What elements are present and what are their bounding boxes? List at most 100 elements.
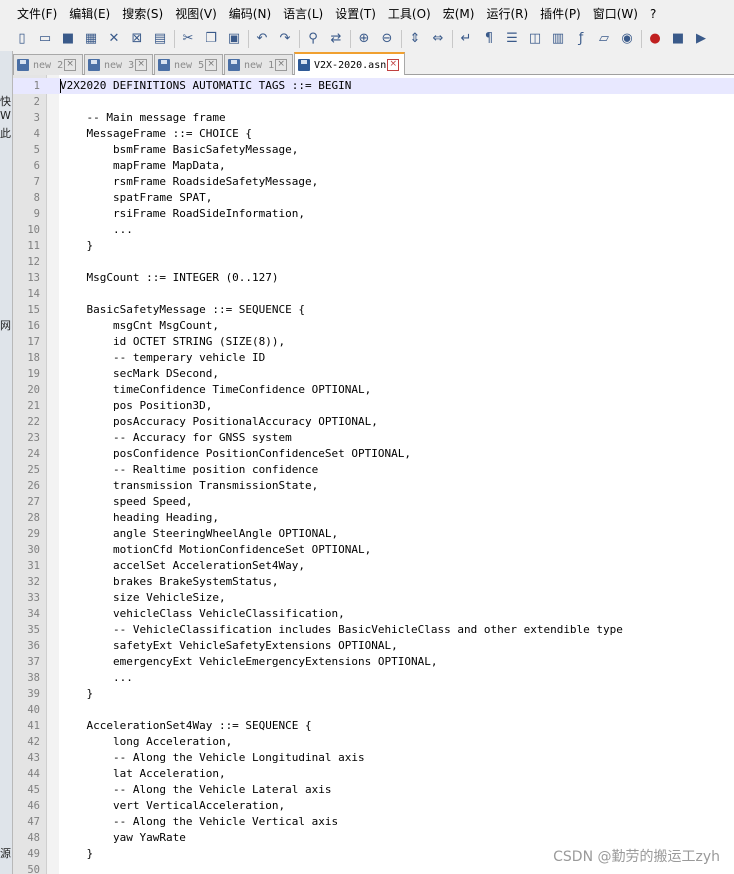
code-line[interactable]: 31 accelSet AccelerationSet4Way, xyxy=(13,558,734,574)
close-tab-icon[interactable]: × xyxy=(387,59,400,71)
code-line[interactable]: 26 transmission TransmissionState, xyxy=(13,478,734,494)
code-line[interactable]: 44 lat Acceleration, xyxy=(13,766,734,782)
show-all-chars-icon[interactable]: ¶ xyxy=(480,30,498,48)
redo-icon[interactable]: ↷ xyxy=(276,30,294,48)
code-line[interactable]: 18 -- temperary vehicle ID xyxy=(13,350,734,366)
code-line[interactable]: 10 ... xyxy=(13,222,734,238)
code-line[interactable]: 32 brakes BrakeSystemStatus, xyxy=(13,574,734,590)
code-line[interactable]: 37 emergencyExt VehicleEmergencyExtensio… xyxy=(13,654,734,670)
close-tab-icon[interactable]: × xyxy=(275,59,288,71)
zoom-in-icon[interactable]: ⊕ xyxy=(355,30,373,48)
code-line[interactable]: 25 -- Realtime position confidence xyxy=(13,462,734,478)
code-line[interactable]: 8 spatFrame SPAT, xyxy=(13,190,734,206)
code-line[interactable]: 40 xyxy=(13,702,734,718)
folder-workspace-icon[interactable]: ▱ xyxy=(595,30,613,48)
tab-file[interactable]: new 3 × xyxy=(84,54,153,75)
document-map-icon[interactable]: ▥ xyxy=(549,30,567,48)
code-line[interactable]: 5 bsmFrame BasicSafetyMessage, xyxy=(13,142,734,158)
code-line[interactable]: 6 mapFrame MapData, xyxy=(13,158,734,174)
tab-file[interactable]: new 2 × xyxy=(13,54,83,75)
cut-icon[interactable]: ✂ xyxy=(179,30,197,48)
close-tab-icon[interactable]: × xyxy=(205,59,218,71)
print-icon[interactable]: ▤ xyxy=(151,30,169,48)
word-wrap-icon[interactable]: ↵ xyxy=(457,30,475,48)
record-macro-icon[interactable]: ● xyxy=(646,30,664,48)
code-line[interactable]: 14 xyxy=(13,286,734,302)
editor[interactable]: 1 V2X2020 DEFINITIONS AUTOMATIC TAGS ::= … xyxy=(13,75,734,874)
code-line[interactable]: 39 } xyxy=(13,686,734,702)
menu-item[interactable]: ? xyxy=(644,0,662,27)
tab-file[interactable]: new 1 × xyxy=(224,54,293,75)
code-line[interactable]: 2 xyxy=(13,94,734,110)
save-icon[interactable]: ■ xyxy=(59,30,77,48)
play-macro-icon[interactable]: ▶ xyxy=(692,30,710,48)
menu-item[interactable]: 工具(O) xyxy=(382,0,437,27)
code-line[interactable]: 27 speed Speed, xyxy=(13,494,734,510)
language-icon[interactable]: ◫ xyxy=(526,30,544,48)
code-line[interactable]: 48 yaw YawRate xyxy=(13,830,734,846)
code-line[interactable]: 4 MessageFrame ::= CHOICE { xyxy=(13,126,734,142)
menu-item[interactable]: 编码(N) xyxy=(223,0,277,27)
code-line[interactable]: 41 AccelerationSet4Way ::= SEQUENCE { xyxy=(13,718,734,734)
stop-record-icon[interactable]: ■ xyxy=(669,30,687,48)
replace-icon[interactable]: ⇄ xyxy=(327,30,345,48)
code-line[interactable]: 43 -- Along the Vehicle Longitudinal axi… xyxy=(13,750,734,766)
code-line[interactable]: 29 angle SteeringWheelAngle OPTIONAL, xyxy=(13,526,734,542)
code-line[interactable]: 47 -- Along the Vehicle Vertical axis xyxy=(13,814,734,830)
tab-file[interactable]: new 5 × xyxy=(154,54,223,75)
code-line[interactable]: 42 long Acceleration, xyxy=(13,734,734,750)
undo-icon[interactable]: ↶ xyxy=(253,30,271,48)
code-line[interactable]: 16 msgCnt MsgCount, xyxy=(13,318,734,334)
menu-item[interactable]: 语言(L) xyxy=(277,0,329,27)
code-line[interactable]: 36 safetyExt VehicleSafetyExtensions OPT… xyxy=(13,638,734,654)
menu-item[interactable]: 宏(M) xyxy=(437,0,481,27)
sync-horizontal-icon[interactable]: ⇔ xyxy=(429,30,447,48)
code-line[interactable]: 11 } xyxy=(13,238,734,254)
menu-item[interactable]: 搜索(S) xyxy=(116,0,169,27)
menu-item[interactable]: 文件(F) xyxy=(0,0,63,27)
code-line[interactable]: 1 V2X2020 DEFINITIONS AUTOMATIC TAGS ::= … xyxy=(13,78,734,94)
code-line[interactable]: 30 motionCfd MotionConfidenceSet OPTIONA… xyxy=(13,542,734,558)
menu-item[interactable]: 编辑(E) xyxy=(63,0,116,27)
find-icon[interactable]: ⚲ xyxy=(304,30,322,48)
close-all-icon[interactable]: ⊠ xyxy=(128,30,146,48)
paste-icon[interactable]: ▣ xyxy=(225,30,243,48)
code-line[interactable]: 34 vehicleClass VehicleClassification, xyxy=(13,606,734,622)
code-line[interactable]: 45 -- Along the Vehicle Lateral axis xyxy=(13,782,734,798)
code-line[interactable]: 35 -- VehicleClassification includes Bas… xyxy=(13,622,734,638)
open-file-icon[interactable]: ▭ xyxy=(36,30,54,48)
code-line[interactable]: 20 timeConfidence TimeConfidence OPTIONA… xyxy=(13,382,734,398)
code-line[interactable]: 9 rsiFrame RoadSideInformation, xyxy=(13,206,734,222)
code-line[interactable]: 17 id OCTET STRING (SIZE(8)), xyxy=(13,334,734,350)
menu-item[interactable]: 设置(T) xyxy=(329,0,382,27)
close-icon[interactable]: ✕ xyxy=(105,30,123,48)
function-list-icon[interactable]: ƒ xyxy=(572,30,590,48)
save-all-icon[interactable]: ▦ xyxy=(82,30,100,48)
code-line[interactable]: 13 MsgCount ::= INTEGER (0..127) xyxy=(13,270,734,286)
tab-active-file[interactable]: V2X-2020.asn × xyxy=(294,52,405,76)
code-area[interactable]: 1 V2X2020 DEFINITIONS AUTOMATIC TAGS ::= … xyxy=(13,78,734,874)
monitoring-icon[interactable]: ◉ xyxy=(618,30,636,48)
close-tab-icon[interactable]: × xyxy=(135,59,148,71)
code-line[interactable]: 33 size VehicleSize, xyxy=(13,590,734,606)
code-line[interactable]: 46 vert VerticalAcceleration, xyxy=(13,798,734,814)
code-line[interactable]: 15 BasicSafetyMessage ::= SEQUENCE { xyxy=(13,302,734,318)
zoom-out-icon[interactable]: ⊖ xyxy=(378,30,396,48)
indent-guide-icon[interactable]: ☰ xyxy=(503,30,521,48)
menu-item[interactable]: 视图(V) xyxy=(169,0,223,27)
menu-item[interactable]: 插件(P) xyxy=(534,0,587,27)
code-line[interactable]: 24 posConfidence PositionConfidenceSet O… xyxy=(13,446,734,462)
code-line[interactable]: 7 rsmFrame RoadsideSafetyMessage, xyxy=(13,174,734,190)
code-line[interactable]: 19 secMark DSecond, xyxy=(13,366,734,382)
sync-vertical-icon[interactable]: ⇕ xyxy=(406,30,424,48)
code-line[interactable]: 12 xyxy=(13,254,734,270)
menu-item[interactable]: 窗口(W) xyxy=(587,0,644,27)
code-line[interactable]: 3 -- Main message frame xyxy=(13,110,734,126)
new-file-icon[interactable]: ▯ xyxy=(13,30,31,48)
copy-icon[interactable]: ❐ xyxy=(202,30,220,48)
code-line[interactable]: 21 pos Position3D, xyxy=(13,398,734,414)
code-line[interactable]: 38 ... xyxy=(13,670,734,686)
code-line[interactable]: 28 heading Heading, xyxy=(13,510,734,526)
close-tab-icon[interactable]: × xyxy=(64,59,77,71)
code-line[interactable]: 23 -- Accuracy for GNSS system xyxy=(13,430,734,446)
